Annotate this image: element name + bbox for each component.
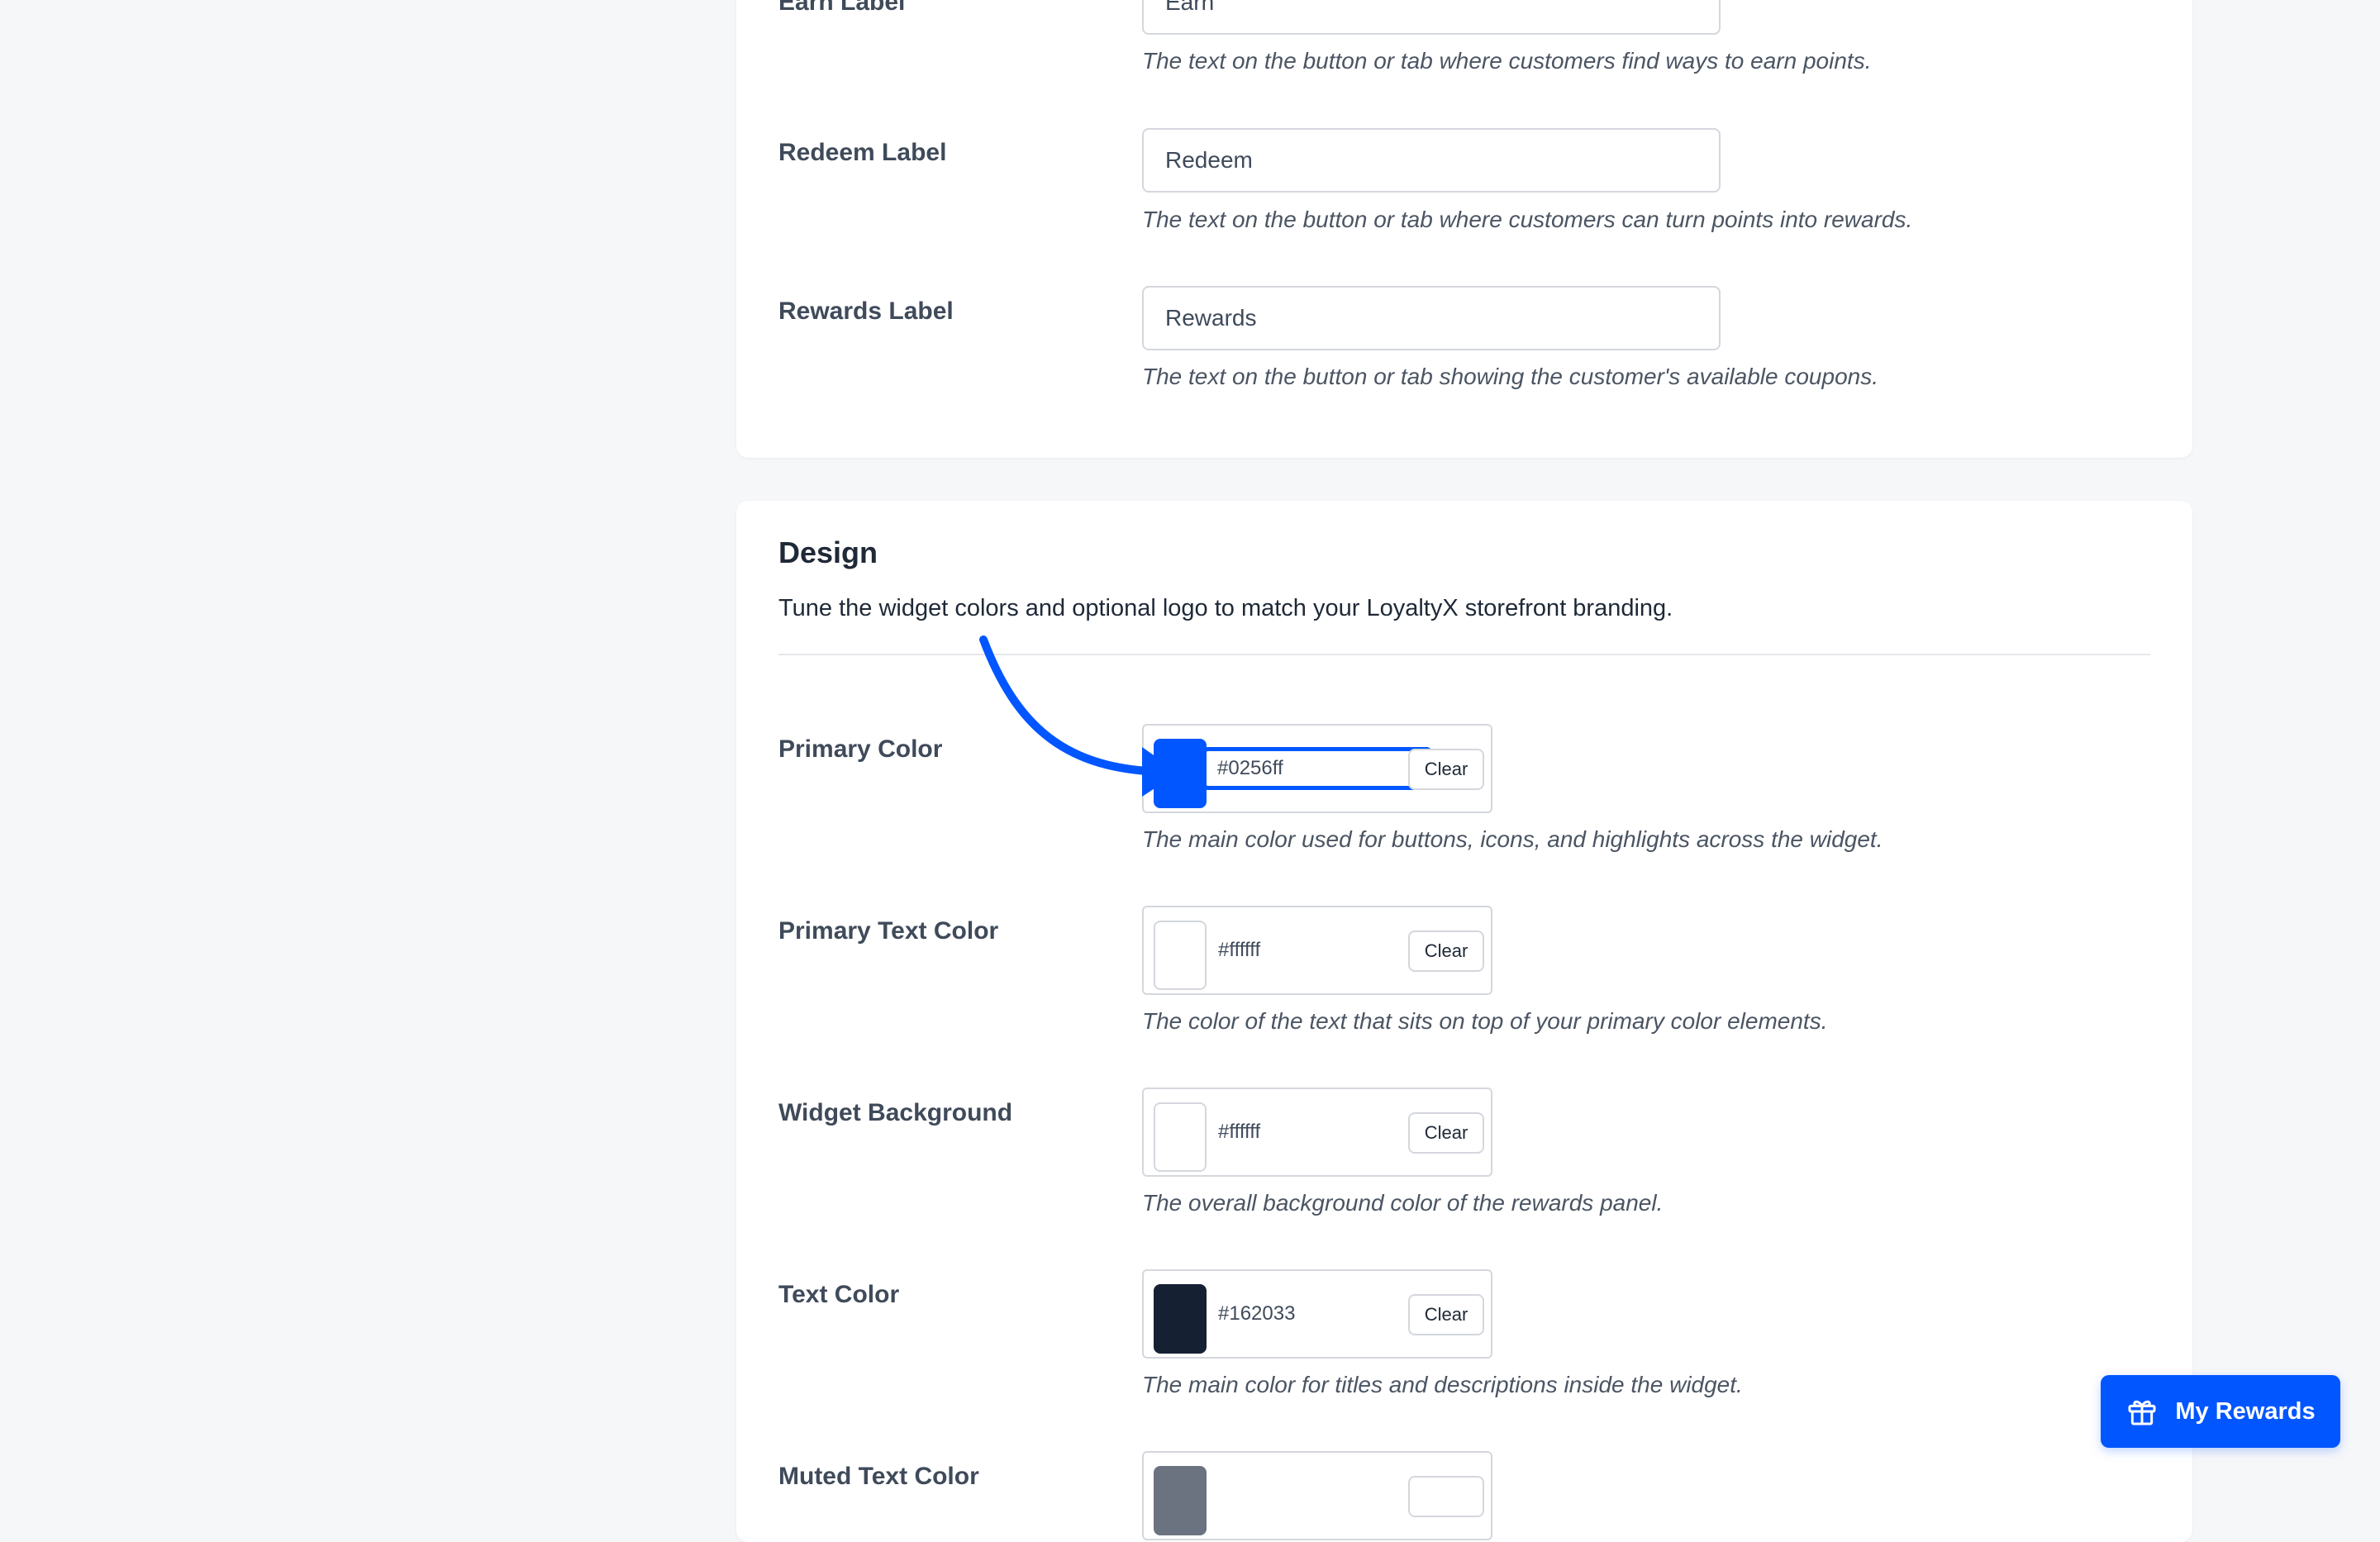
earn-label-title: Earn Label [778, 0, 906, 16]
primary-text-color-hex-input[interactable]: #ffffff [1211, 930, 1410, 970]
primary-color-swatch[interactable] [1154, 739, 1207, 808]
primary-color-hex-input[interactable]: #0256ff [1202, 747, 1433, 790]
design-section-title: Design [778, 535, 878, 569]
primary-color-label: Primary Color [778, 735, 943, 763]
muted-text-color-label: Muted Text Color [778, 1463, 979, 1490]
text-color-clear-button[interactable]: Clear [1408, 1294, 1484, 1335]
design-section-description: Tune the widget colors and optional logo… [778, 595, 1673, 621]
primary-text-color-picker: #ffffff Clear [1142, 906, 1492, 995]
primary-color-picker: #0256ff Clear [1142, 724, 1492, 813]
primary-text-color-clear-button[interactable]: Clear [1408, 930, 1484, 972]
earn-label-help: The text on the button or tab where cust… [1142, 48, 1872, 74]
muted-text-color-swatch[interactable] [1154, 1466, 1207, 1535]
earn-label-input[interactable]: Earn [1142, 0, 1721, 35]
widget-background-picker: #ffffff Clear [1142, 1087, 1492, 1177]
gift-icon [2128, 1400, 2156, 1425]
text-color-hex-input[interactable]: #162033 [1211, 1294, 1410, 1334]
primary-text-color-label: Primary Text Color [778, 917, 999, 945]
primary-text-color-swatch[interactable] [1154, 921, 1207, 990]
text-color-picker: #162033 Clear [1142, 1269, 1492, 1359]
text-color-help: The main color for titles and descriptio… [1142, 1372, 1743, 1397]
redeem-label-input[interactable]: Redeem [1142, 128, 1721, 193]
primary-color-clear-button[interactable]: Clear [1408, 749, 1484, 790]
widget-background-clear-button[interactable]: Clear [1408, 1112, 1484, 1154]
widget-background-help: The overall background color of the rewa… [1142, 1190, 1664, 1216]
muted-text-color-picker [1142, 1451, 1492, 1540]
rewards-label-input[interactable]: Rewards [1142, 286, 1721, 350]
redeem-label-help: The text on the button or tab where cust… [1142, 207, 1913, 232]
section-divider [778, 654, 2150, 655]
widget-background-label: Widget Background [778, 1099, 1013, 1126]
rewards-label-title: Rewards Label [778, 297, 954, 325]
my-rewards-button[interactable]: My Rewards [2101, 1375, 2340, 1448]
primary-text-color-help: The color of the text that sits on top o… [1142, 1008, 1828, 1034]
primary-color-help: The main color used for buttons, icons, … [1142, 826, 1883, 852]
muted-text-color-clear-button[interactable] [1408, 1476, 1484, 1517]
text-color-label: Text Color [778, 1281, 900, 1308]
redeem-label-title: Redeem Label [778, 139, 947, 166]
widget-background-swatch[interactable] [1154, 1102, 1207, 1172]
my-rewards-label: My Rewards [2175, 1397, 2316, 1425]
widget-background-hex-input[interactable]: #ffffff [1211, 1112, 1410, 1152]
rewards-label-help: The text on the button or tab showing th… [1142, 364, 1878, 389]
text-color-swatch[interactable] [1154, 1284, 1207, 1354]
